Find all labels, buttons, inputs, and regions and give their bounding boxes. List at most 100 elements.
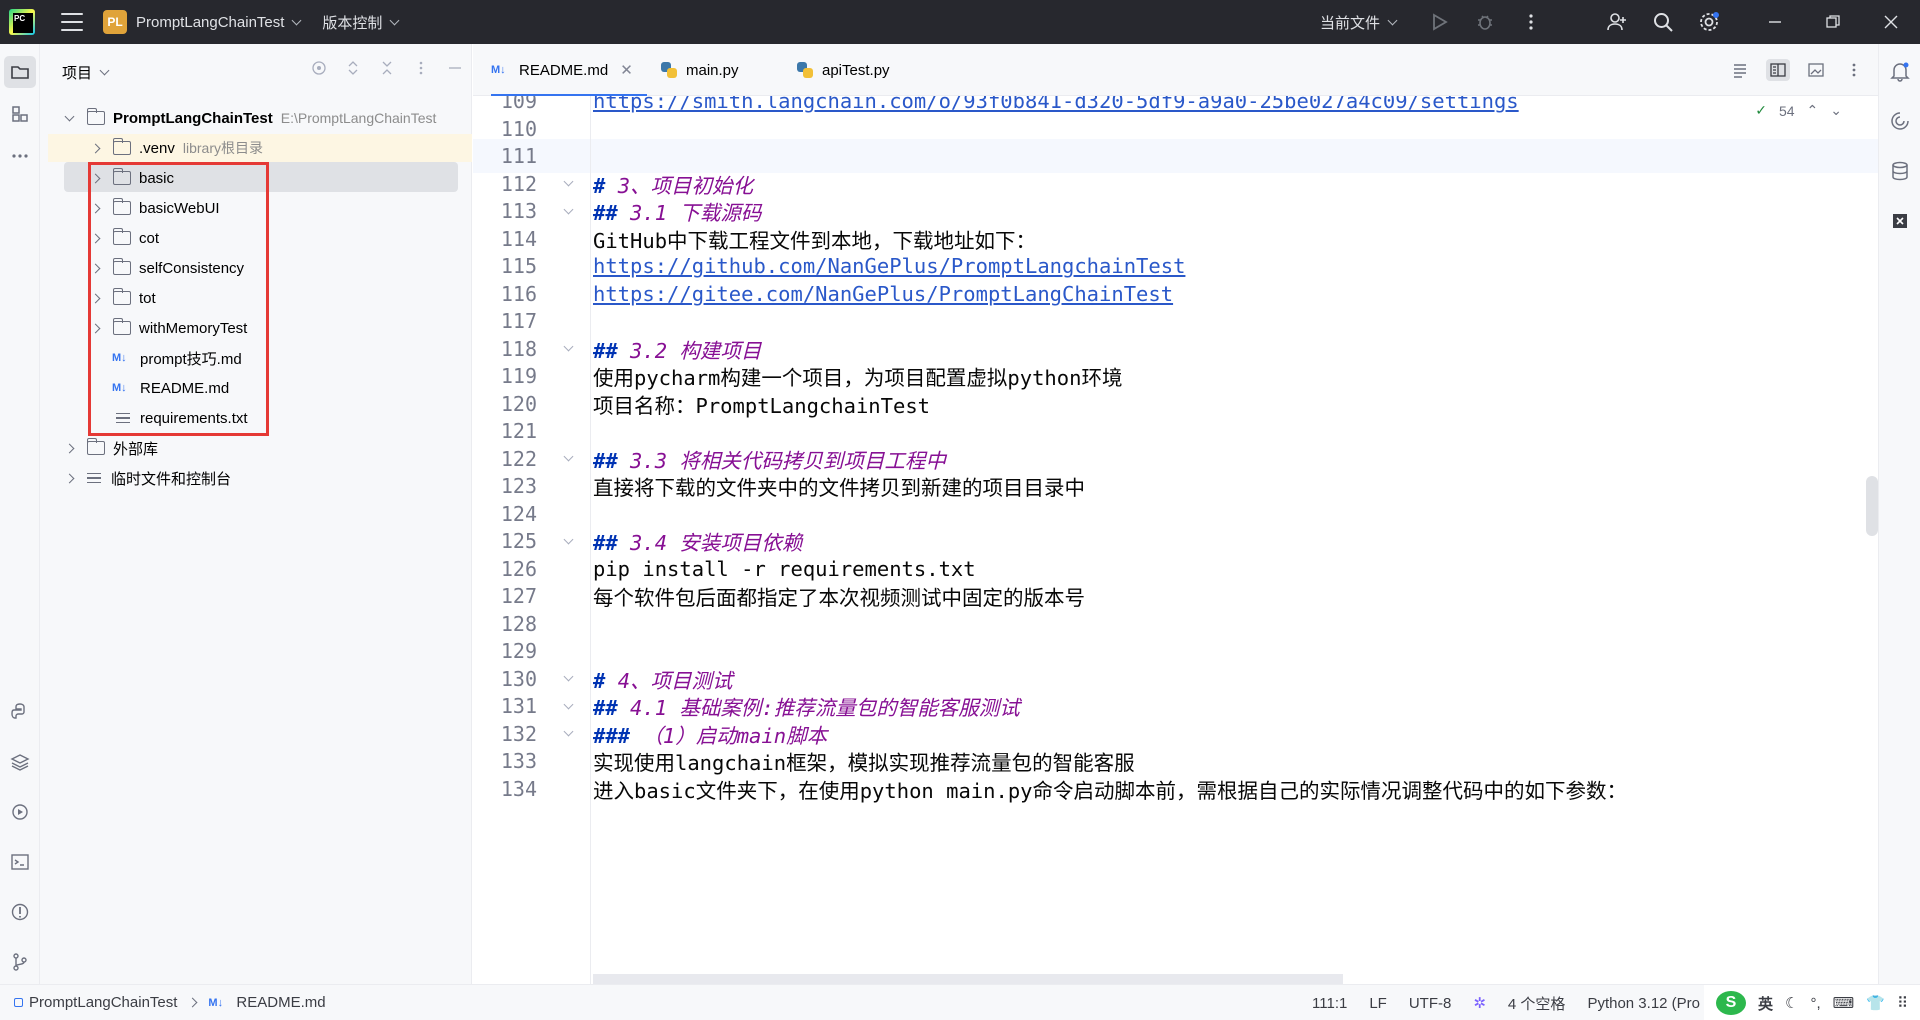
tree-item-folder[interactable]: basicWebUI	[90, 194, 220, 222]
main-menu-icon[interactable]	[61, 13, 83, 31]
expand-all-icon[interactable]	[345, 60, 361, 76]
database-icon[interactable]	[1887, 158, 1913, 184]
chevron-right-icon[interactable]	[90, 323, 101, 333]
close-window-icon[interactable]	[1862, 0, 1920, 44]
tree-item-label: requirements.txt	[140, 409, 248, 427]
more-vertical-icon[interactable]	[1508, 0, 1554, 44]
file-encoding[interactable]: UTF-8	[1409, 995, 1452, 1012]
terminal-icon[interactable]	[4, 846, 36, 878]
preview-only-icon[interactable]	[1804, 59, 1828, 81]
fold-icon[interactable]	[563, 204, 581, 214]
tree-item-label: tot	[139, 289, 156, 307]
chevron-right-icon[interactable]	[90, 293, 101, 303]
next-highlight-icon[interactable]: ⌄	[1830, 102, 1842, 119]
problems-icon[interactable]	[4, 896, 36, 928]
python-interpreter[interactable]: Python 3.12 (Pro	[1587, 995, 1700, 1012]
debug-icon[interactable]	[1462, 0, 1508, 44]
fold-icon[interactable]	[563, 699, 581, 709]
tab-readme[interactable]: M↓ README.md ✕	[491, 44, 647, 97]
more-tools-icon[interactable]	[4, 140, 36, 172]
editor-line[interactable]: 134 进入basic文件夹下，在使用python main.py命令启动脚本前，…	[473, 772, 1878, 806]
tree-item-folder[interactable]: withMemoryTest	[90, 314, 247, 342]
plugin-icon[interactable]	[1887, 208, 1913, 234]
tree-item-external-libs[interactable]: 外部库	[64, 434, 158, 462]
fold-icon[interactable]	[563, 451, 581, 462]
tree-item-folder[interactable]: cot	[90, 224, 159, 252]
caret-position[interactable]: 111:1	[1312, 995, 1347, 1012]
vcs-menu[interactable]: 版本控制	[322, 12, 400, 33]
tab-apitest-py[interactable]: apiTest.py	[797, 44, 890, 96]
chevron-right-icon[interactable]	[90, 203, 101, 213]
notifications-icon[interactable]	[1887, 58, 1913, 84]
breadcrumb: PromptLangChainTest M↓ README.md	[0, 994, 326, 1011]
chevron-right-icon[interactable]	[64, 443, 75, 453]
vertical-scrollbar[interactable]	[1866, 476, 1878, 536]
chevron-right-icon[interactable]	[90, 263, 101, 273]
punctuation-icon[interactable]: °,	[1810, 995, 1820, 1012]
python-packages-icon[interactable]	[4, 746, 36, 778]
locate-file-icon[interactable]	[311, 60, 327, 76]
fold-icon[interactable]	[563, 726, 581, 737]
tree-item-folder[interactable]: selfConsistency	[90, 254, 245, 282]
code-link[interactable]: https://github.com/NanGePlus/PromptLangc…	[593, 254, 1185, 278]
keyboard-icon[interactable]: ⌨	[1833, 994, 1855, 1012]
tree-item-venv[interactable]: .venv library根目录	[90, 134, 263, 162]
code-link[interactable]: https://gitee.com/NanGePlus/PromptLangCh…	[593, 282, 1173, 306]
restore-window-icon[interactable]	[1804, 0, 1862, 44]
tree-item-scratches[interactable]: 临时文件和控制台	[64, 464, 231, 492]
split-view-icon[interactable]	[1766, 59, 1790, 81]
git-icon[interactable]	[4, 946, 36, 978]
chevron-right-icon[interactable]	[90, 143, 101, 153]
inspection-widget[interactable]: ✓ 54 ⌃ ⌄	[1755, 102, 1842, 119]
services-icon[interactable]	[4, 796, 36, 828]
chevron-right-icon[interactable]	[64, 473, 75, 483]
tree-root[interactable]: PromptLangChainTest E:\PromptLangChainTe…	[64, 104, 436, 132]
tree-item-folder[interactable]: tot	[90, 284, 156, 312]
tab-main-py[interactable]: main.py	[661, 44, 739, 96]
run-config-selector[interactable]: 当前文件	[1320, 12, 1398, 33]
moon-icon[interactable]: ☾	[1785, 994, 1798, 1012]
fold-icon[interactable]	[563, 671, 581, 682]
chevron-down-icon[interactable]	[64, 111, 75, 121]
ai-status-icon[interactable]: ✲	[1473, 994, 1486, 1012]
close-icon[interactable]: ✕	[620, 61, 633, 79]
horizontal-scrollbar[interactable]	[593, 974, 1343, 984]
grid-menu-icon[interactable]: ⠿	[1897, 994, 1908, 1012]
tree-item-file[interactable]: M↓ prompt技巧.md	[112, 344, 242, 372]
options-icon[interactable]	[413, 60, 429, 76]
collapse-all-icon[interactable]	[379, 60, 395, 76]
tree-item-folder[interactable]: basic	[90, 164, 174, 192]
tree-item-file[interactable]: requirements.txt	[112, 404, 248, 432]
fold-icon[interactable]	[563, 176, 581, 187]
python-console-icon[interactable]	[4, 696, 36, 728]
chevron-right-icon[interactable]	[90, 233, 101, 243]
ime-language[interactable]: 英	[1758, 993, 1773, 1014]
breadcrumb-file[interactable]: README.md	[236, 994, 325, 1011]
line-separator[interactable]: LF	[1369, 995, 1387, 1012]
tree-item-file[interactable]: M↓ README.md	[112, 374, 229, 402]
code-link[interactable]: https://smith.langchain.com/o/93f0b841-d…	[593, 96, 1519, 113]
ai-assistant-icon[interactable]	[1887, 108, 1913, 134]
structure-tool-icon[interactable]	[4, 98, 36, 130]
project-tool-icon[interactable]	[4, 56, 36, 88]
fold-icon[interactable]	[563, 534, 581, 544]
ime-toolbar[interactable]: S 英 ☾ °, ⌨ 👕 ⠿	[1704, 985, 1920, 1020]
editor-area[interactable]: 109 https://smith.langchain.com/o/93f0b84…	[473, 96, 1878, 984]
breadcrumb-project[interactable]: PromptLangChainTest	[29, 994, 177, 1011]
add-user-icon[interactable]	[1594, 0, 1640, 44]
search-icon[interactable]	[1640, 0, 1686, 44]
run-icon[interactable]	[1416, 0, 1462, 44]
user-icon[interactable]: 👕	[1866, 994, 1885, 1012]
hide-panel-icon[interactable]	[447, 60, 463, 76]
editor-only-view-icon[interactable]	[1728, 59, 1752, 81]
fold-icon[interactable]	[563, 341, 581, 352]
indent-setting[interactable]: 4 个空格	[1508, 993, 1566, 1014]
settings-gear-icon[interactable]	[1686, 0, 1732, 44]
line-number: 133	[500, 749, 537, 773]
tree-item-label: selfConsistency	[139, 259, 245, 277]
previous-highlight-icon[interactable]: ⌃	[1807, 102, 1819, 119]
project-switcher[interactable]: PL PromptLangChainTest	[103, 10, 302, 34]
minimize-window-icon[interactable]	[1746, 0, 1804, 44]
chevron-right-icon[interactable]	[90, 173, 101, 183]
tabs-more-icon[interactable]	[1842, 59, 1866, 81]
